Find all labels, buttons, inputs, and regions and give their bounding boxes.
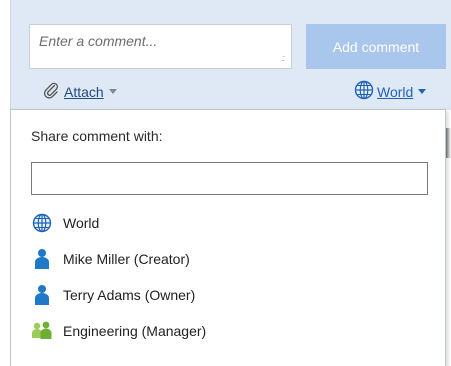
chevron-down-icon bbox=[108, 89, 117, 94]
share-search-input[interactable] bbox=[31, 162, 428, 195]
chevron-down-icon bbox=[418, 89, 427, 94]
share-dropdown-panel: Share comment with: World Mike Miller (C… bbox=[10, 109, 446, 366]
share-option-label: World bbox=[63, 215, 100, 231]
share-panel-title: Share comment with: bbox=[31, 128, 163, 144]
share-option-label: Mike Miller (Creator) bbox=[63, 251, 190, 267]
comment-textarea[interactable]: Enter a comment... .: bbox=[29, 24, 292, 69]
group-icon bbox=[31, 320, 53, 342]
background-edge bbox=[446, 128, 451, 158]
comment-placeholder: Enter a comment... bbox=[39, 33, 158, 49]
comment-widget: Enter a comment... .: Add comment Attach… bbox=[0, 0, 451, 366]
user-icon bbox=[31, 248, 53, 270]
share-option-mike-miller[interactable]: Mike Miller (Creator) bbox=[31, 247, 206, 271]
globe-icon bbox=[354, 80, 374, 103]
attach-menu[interactable]: Attach bbox=[42, 81, 117, 102]
share-options-list: World Mike Miller (Creator) Terry Adams … bbox=[31, 211, 206, 355]
share-option-terry-adams[interactable]: Terry Adams (Owner) bbox=[31, 283, 206, 307]
user-icon bbox=[31, 284, 53, 306]
resize-grip-icon[interactable]: .: bbox=[281, 53, 285, 63]
visibility-selector[interactable]: World bbox=[354, 80, 427, 103]
globe-icon bbox=[31, 212, 53, 234]
add-comment-button[interactable]: Add comment bbox=[306, 24, 446, 69]
share-option-label: Terry Adams (Owner) bbox=[63, 287, 196, 303]
visibility-label[interactable]: World bbox=[377, 84, 413, 100]
share-option-engineering[interactable]: Engineering (Manager) bbox=[31, 319, 206, 343]
attach-label[interactable]: Attach bbox=[64, 84, 104, 100]
share-option-label: Engineering (Manager) bbox=[63, 323, 207, 339]
paperclip-icon bbox=[42, 81, 60, 102]
share-option-world[interactable]: World bbox=[31, 211, 206, 235]
